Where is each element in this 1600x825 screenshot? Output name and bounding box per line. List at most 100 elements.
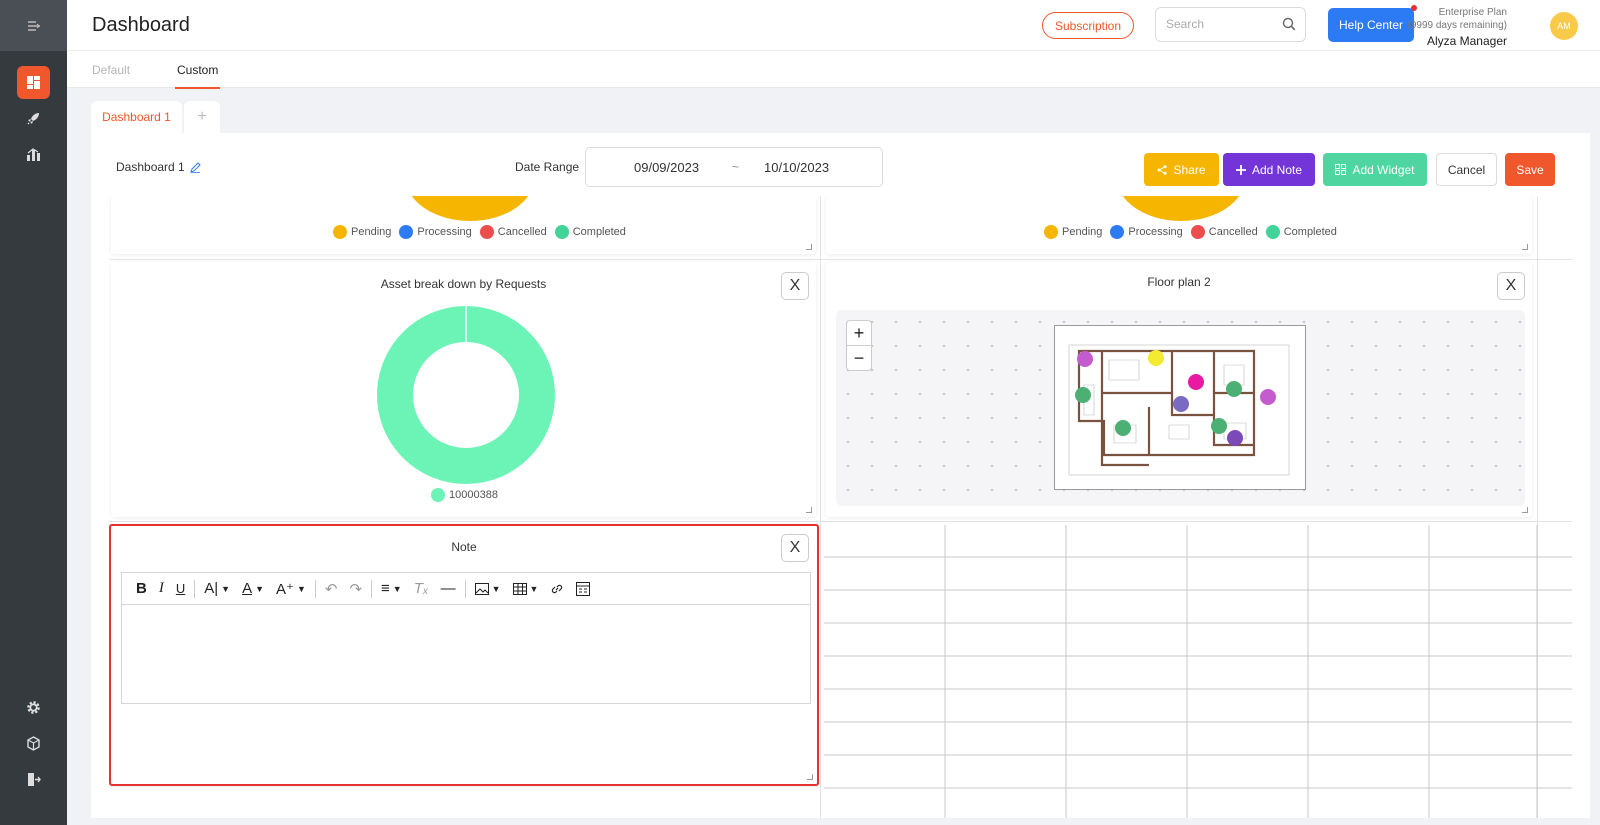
legend-item-cancelled[interactable]: Cancelled <box>1190 225 1258 239</box>
floor-marker[interactable] <box>1148 350 1164 366</box>
legend-item-asset[interactable]: 10000388 <box>431 488 498 502</box>
widget-grid: Pending Processing Cancelled Completed P… <box>109 196 1572 818</box>
status-chart-widget-2[interactable]: Pending Processing Cancelled Completed <box>826 196 1532 254</box>
close-widget-button[interactable]: X <box>781 272 809 300</box>
tab-custom[interactable]: Custom <box>174 63 221 89</box>
legend-label: Completed <box>1283 226 1337 238</box>
insert-image-button[interactable]: ▼ <box>469 572 507 605</box>
font-size-button[interactable]: A| ▼ <box>198 572 236 605</box>
logout-icon <box>28 773 41 786</box>
status-chart-widget-1[interactable]: Pending Processing Cancelled Completed <box>111 196 816 254</box>
sidebar-item-launch[interactable] <box>17 102 50 135</box>
zoom-in-button[interactable]: + <box>847 321 871 346</box>
date-range-picker[interactable]: 09/09/2023 ~ 10/10/2023 <box>585 147 883 187</box>
floor-marker[interactable] <box>1075 387 1091 403</box>
add-widget-button[interactable]: Add Widget <box>1323 153 1427 186</box>
legend-item-completed[interactable]: Completed <box>554 225 626 239</box>
insert-link-button[interactable] <box>544 572 570 605</box>
undo-button[interactable]: ↶ <box>319 572 344 605</box>
bold-button[interactable]: B <box>130 572 153 605</box>
subscription-button[interactable]: Subscription <box>1042 12 1134 39</box>
font-format-icon: A⁺ <box>276 580 294 598</box>
horizontal-rule-button[interactable]: — <box>435 572 462 605</box>
floor-marker[interactable] <box>1260 389 1276 405</box>
note-editor-toolbar: B I U A| ▼ A ▼ A⁺ ▼ ↶ ↷ ≡ ▼ Tₓ — ▼ ▼ <box>121 572 811 605</box>
legend-item-completed[interactable]: Completed <box>1265 225 1337 239</box>
toolbar-separator <box>194 579 196 598</box>
legend-item-processing[interactable]: Processing <box>1110 225 1183 239</box>
resize-handle[interactable] <box>806 244 812 250</box>
resize-handle[interactable] <box>1522 244 1528 250</box>
font-size-icon: A| <box>204 580 219 597</box>
zoom-control: + − <box>846 320 872 371</box>
legend-item-processing[interactable]: Processing <box>399 225 472 239</box>
share-button[interactable]: Share <box>1144 153 1219 186</box>
resize-handle[interactable] <box>1522 507 1528 513</box>
sidebar <box>0 0 67 825</box>
floor-marker[interactable] <box>1115 420 1131 436</box>
redo-button[interactable]: ↷ <box>343 572 368 605</box>
sidebar-item-assets[interactable] <box>17 727 50 760</box>
zoom-out-button[interactable]: − <box>847 346 871 371</box>
note-widget[interactable]: Note X B I U A|▼ A▼ A⁺▼ ↶ ↷ ≡▼ Tₓ — <box>109 524 819 786</box>
date-from[interactable]: 09/09/2023 <box>634 160 699 175</box>
widget-title: Asset break down by Requests <box>380 277 547 291</box>
floor-plan-widget[interactable]: Floor plan 2 X + − <box>826 262 1532 517</box>
legend-item-pending[interactable]: Pending <box>1044 225 1102 239</box>
search-input[interactable] <box>1166 17 1276 31</box>
sidebar-item-dashboard[interactable] <box>17 66 50 99</box>
legend-item-cancelled[interactable]: Cancelled <box>479 225 547 239</box>
add-widget-label: Add Widget <box>1352 162 1415 177</box>
dashboard-tab-1[interactable]: Dashboard 1 <box>91 101 182 133</box>
grid-line <box>109 521 1572 522</box>
font-format-button[interactable]: A⁺ ▼ <box>270 572 312 605</box>
sidebar-item-settings[interactable] <box>17 691 50 724</box>
legend-dot <box>1190 225 1205 239</box>
close-widget-button[interactable]: X <box>781 534 809 562</box>
plan-name: Enterprise Plan <box>1438 7 1507 18</box>
floor-plan-canvas[interactable]: + − <box>836 310 1525 506</box>
sidebar-item-reports[interactable] <box>17 138 50 171</box>
floor-marker[interactable] <box>1077 351 1093 367</box>
search-icon[interactable] <box>1282 17 1296 31</box>
status-legend-1: Pending Processing Cancelled Completed <box>333 225 626 239</box>
align-button[interactable]: ≡ ▼ <box>375 572 408 605</box>
note-editor-content[interactable] <box>121 605 811 704</box>
sidebar-item-logout[interactable] <box>17 763 50 796</box>
date-to[interactable]: 10/10/2023 <box>764 160 829 175</box>
italic-button[interactable]: I <box>153 572 170 605</box>
resize-handle[interactable] <box>806 507 812 513</box>
link-icon <box>552 584 563 593</box>
underline-button[interactable]: U <box>170 572 191 605</box>
chevron-down-icon: ▼ <box>491 583 501 594</box>
cancel-button[interactable]: Cancel <box>1436 153 1497 186</box>
code-view-icon <box>576 581 591 596</box>
insert-table-button[interactable]: ▼ <box>507 572 545 605</box>
edit-pencil-icon[interactable] <box>189 161 201 173</box>
legend-label: Pending <box>1062 226 1103 238</box>
legend-item-pending[interactable]: Pending <box>333 225 391 239</box>
clear-format-button[interactable]: Tₓ <box>408 572 435 605</box>
close-widget-button[interactable]: X <box>1497 272 1525 300</box>
resize-handle[interactable] <box>807 774 813 780</box>
add-dashboard-tab-button[interactable]: + <box>184 101 220 133</box>
save-button[interactable]: Save <box>1505 153 1555 186</box>
source-code-button[interactable] <box>570 572 596 605</box>
tab-default[interactable]: Default <box>92 63 130 77</box>
asset-legend: 10000388 <box>431 488 498 502</box>
floor-marker[interactable] <box>1227 430 1243 446</box>
chevron-down-icon: ▼ <box>392 583 402 594</box>
text-color-button[interactable]: A ▼ <box>236 572 270 605</box>
add-note-button[interactable]: Add Note <box>1223 153 1315 186</box>
avatar[interactable]: AM <box>1550 12 1578 40</box>
floor-marker[interactable] <box>1211 418 1227 434</box>
underline-icon: U <box>175 581 186 596</box>
floor-marker[interactable] <box>1173 396 1189 412</box>
redo-icon: ↷ <box>349 580 363 598</box>
floor-marker[interactable] <box>1226 381 1242 397</box>
sidebar-toggle[interactable] <box>0 0 67 51</box>
floor-marker[interactable] <box>1188 374 1204 390</box>
asset-breakdown-widget[interactable]: Asset break down by Requests X 10000388 <box>111 262 816 517</box>
user-name[interactable]: Alyza Manager <box>1408 33 1507 49</box>
help-center-button[interactable]: Help Center <box>1328 5 1417 42</box>
